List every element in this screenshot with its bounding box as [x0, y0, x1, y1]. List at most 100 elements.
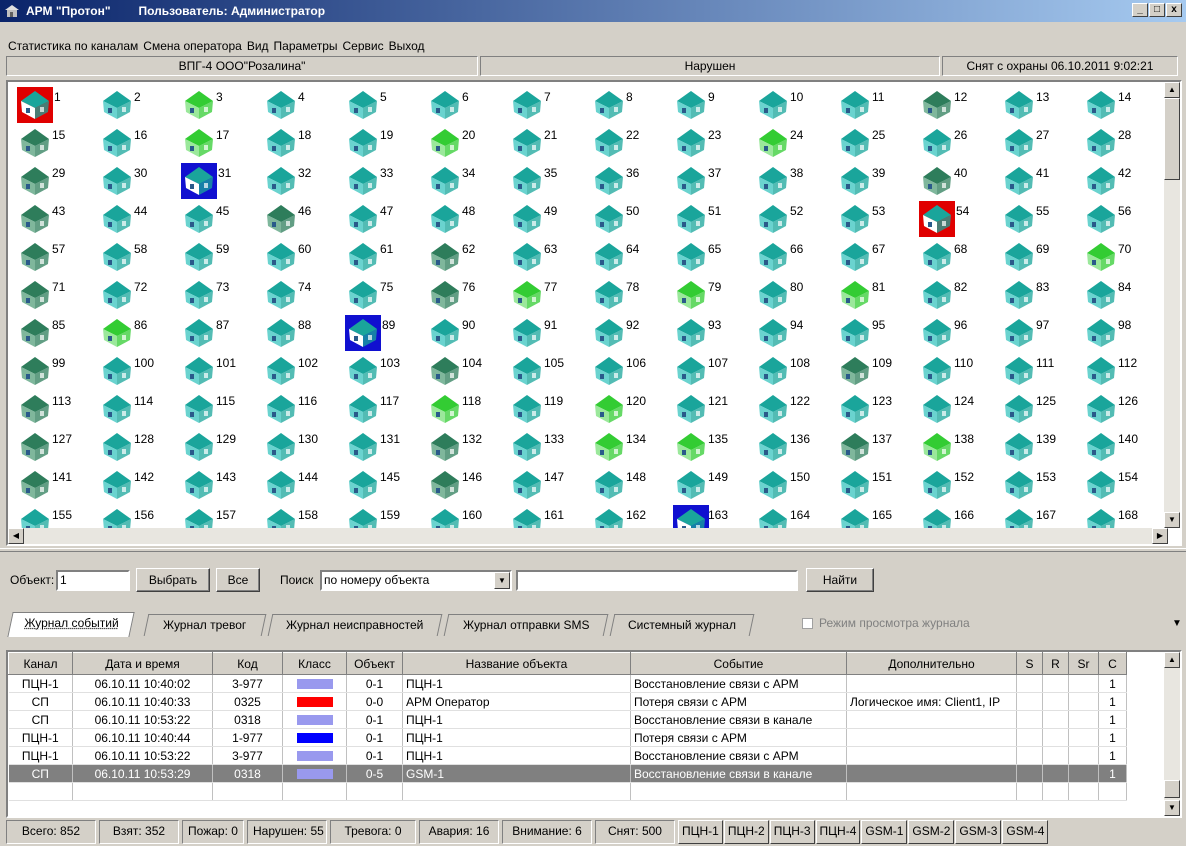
- footer-channel[interactable]: ПЦН-1: [678, 820, 723, 844]
- object-cell[interactable]: 23: [670, 122, 752, 162]
- maximize-button[interactable]: □: [1149, 3, 1165, 17]
- object-cell[interactable]: 45: [178, 198, 260, 238]
- scroll-left-icon[interactable]: ◀: [8, 528, 24, 544]
- object-cell[interactable]: 19: [342, 122, 424, 162]
- column-header[interactable]: C: [1098, 652, 1127, 675]
- object-cell[interactable]: 159: [342, 502, 424, 528]
- object-cell[interactable]: 168: [1080, 502, 1162, 528]
- object-cell[interactable]: 38: [752, 160, 834, 200]
- object-cell[interactable]: 89: [342, 312, 424, 352]
- object-cell[interactable]: 153: [998, 464, 1080, 504]
- object-cell[interactable]: 126: [1080, 388, 1162, 428]
- object-cell[interactable]: 107: [670, 350, 752, 390]
- object-cell[interactable]: 118: [424, 388, 506, 428]
- object-cell[interactable]: 41: [998, 160, 1080, 200]
- object-cell[interactable]: 20: [424, 122, 506, 162]
- object-cell[interactable]: 154: [1080, 464, 1162, 504]
- object-cell[interactable]: 165: [834, 502, 916, 528]
- object-cell[interactable]: 8: [588, 84, 670, 124]
- object-cell[interactable]: 33: [342, 160, 424, 200]
- object-cell[interactable]: 129: [178, 426, 260, 466]
- object-cell[interactable]: 78: [588, 274, 670, 314]
- object-cell[interactable]: 69: [998, 236, 1080, 276]
- object-cell[interactable]: 47: [342, 198, 424, 238]
- object-cell[interactable]: 116: [260, 388, 342, 428]
- object-cell[interactable]: 161: [506, 502, 588, 528]
- column-header[interactable]: Sr: [1068, 652, 1099, 675]
- object-cell[interactable]: 27: [998, 122, 1080, 162]
- select-button[interactable]: Выбрать: [136, 568, 210, 592]
- object-cell[interactable]: 132: [424, 426, 506, 466]
- object-cell[interactable]: 21: [506, 122, 588, 162]
- object-cell[interactable]: 37: [670, 160, 752, 200]
- object-cell[interactable]: 117: [342, 388, 424, 428]
- object-cell[interactable]: 32: [260, 160, 342, 200]
- column-header[interactable]: R: [1042, 652, 1069, 675]
- object-cell[interactable]: 1: [14, 84, 96, 124]
- object-cell[interactable]: 14: [1080, 84, 1162, 124]
- search-query-input[interactable]: [516, 570, 798, 591]
- column-header[interactable]: Дата и время: [72, 652, 213, 675]
- object-cell[interactable]: 70: [1080, 236, 1162, 276]
- object-cell[interactable]: 75: [342, 274, 424, 314]
- object-cell[interactable]: 121: [670, 388, 752, 428]
- object-cell[interactable]: 31: [178, 160, 260, 200]
- object-cell[interactable]: 95: [834, 312, 916, 352]
- object-cell[interactable]: 2: [96, 84, 178, 124]
- object-cell[interactable]: 167: [998, 502, 1080, 528]
- column-header[interactable]: Объект: [346, 652, 403, 675]
- object-cell[interactable]: 85: [14, 312, 96, 352]
- object-cell[interactable]: 15: [14, 122, 96, 162]
- object-cell[interactable]: 82: [916, 274, 998, 314]
- view-mode-checkbox[interactable]: Режим просмотра журнала: [802, 616, 970, 630]
- object-cell[interactable]: 76: [424, 274, 506, 314]
- object-number-input[interactable]: 1: [56, 570, 130, 591]
- object-cell[interactable]: 158: [260, 502, 342, 528]
- object-cell[interactable]: 68: [916, 236, 998, 276]
- object-cell[interactable]: 16: [96, 122, 178, 162]
- object-cell[interactable]: 130: [260, 426, 342, 466]
- object-cell[interactable]: 109: [834, 350, 916, 390]
- object-cell[interactable]: 162: [588, 502, 670, 528]
- table-scroll-thumb[interactable]: [1164, 780, 1180, 798]
- object-cell[interactable]: 124: [916, 388, 998, 428]
- object-cell[interactable]: 7: [506, 84, 588, 124]
- object-cell[interactable]: 151: [834, 464, 916, 504]
- object-cell[interactable]: 50: [588, 198, 670, 238]
- tabs-dropdown-icon[interactable]: ▼: [1170, 614, 1184, 634]
- menu-parameters[interactable]: Параметры: [274, 39, 343, 53]
- object-cell[interactable]: 119: [506, 388, 588, 428]
- object-cell[interactable]: 36: [588, 160, 670, 200]
- object-cell[interactable]: 113: [14, 388, 96, 428]
- object-cell[interactable]: 135: [670, 426, 752, 466]
- object-cell[interactable]: 108: [752, 350, 834, 390]
- object-cell[interactable]: 125: [998, 388, 1080, 428]
- object-cell[interactable]: 101: [178, 350, 260, 390]
- object-cell[interactable]: 96: [916, 312, 998, 352]
- menu-view[interactable]: Вид: [247, 39, 274, 53]
- footer-channel[interactable]: ПЦН-2: [723, 820, 769, 844]
- object-cell[interactable]: 150: [752, 464, 834, 504]
- column-header[interactable]: Событие: [630, 652, 847, 675]
- object-cell[interactable]: 110: [916, 350, 998, 390]
- object-cell[interactable]: 10: [752, 84, 834, 124]
- table-scroll-down-icon[interactable]: ▼: [1164, 800, 1180, 816]
- minimize-button[interactable]: _: [1132, 3, 1148, 17]
- object-cell[interactable]: 18: [260, 122, 342, 162]
- column-header[interactable]: Дополнительно: [846, 652, 1017, 675]
- object-cell[interactable]: 145: [342, 464, 424, 504]
- table-row[interactable]: СП 06.10.11 10:40:33 0325 0-0 АРМ Оператор По…: [8, 692, 1127, 711]
- object-cell[interactable]: 157: [178, 502, 260, 528]
- grid-vertical-scrollbar[interactable]: ▲ ▼: [1164, 82, 1180, 528]
- object-cell[interactable]: 25: [834, 122, 916, 162]
- menu-change-operator[interactable]: Смена оператора: [143, 39, 247, 53]
- object-cell[interactable]: 66: [752, 236, 834, 276]
- tab-sms[interactable]: Журнал отправки SMS: [443, 614, 609, 636]
- column-header[interactable]: Класс: [282, 652, 347, 675]
- object-cell[interactable]: 43: [14, 198, 96, 238]
- object-cell[interactable]: 147: [506, 464, 588, 504]
- object-cell[interactable]: 100: [96, 350, 178, 390]
- object-cell[interactable]: 99: [14, 350, 96, 390]
- object-cell[interactable]: 149: [670, 464, 752, 504]
- object-cell[interactable]: 87: [178, 312, 260, 352]
